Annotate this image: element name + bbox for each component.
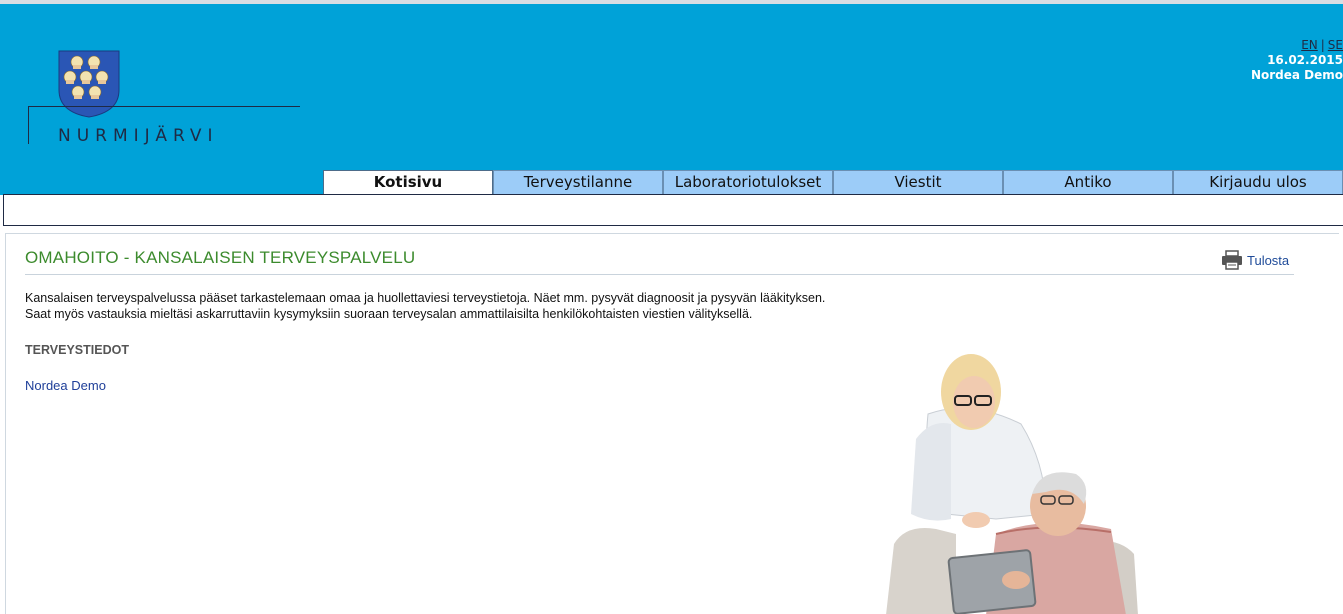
lang-se-link[interactable]: SE: [1328, 38, 1343, 52]
patient-link[interactable]: Nordea Demo: [25, 378, 106, 393]
print-label: Tulosta: [1247, 252, 1290, 268]
intro-line-1: Kansalaisen terveyspalvelussa pääset tar…: [25, 291, 826, 305]
logo-rule: [28, 106, 300, 107]
lang-en-link[interactable]: EN: [1301, 38, 1318, 52]
header: NURMIJÄRVI EN | SE 16.02.2015 Nordea Demo: [0, 0, 1343, 195]
page-title: OMAHOITO - KANSALAISEN TERVEYSPALVELU: [25, 248, 416, 267]
tab-laboratoriotulokset[interactable]: Laboratoriotulokset: [663, 170, 833, 194]
caregiver-photo: [886, 354, 1138, 614]
main-content: OMAHOITO - KANSALAISEN TERVEYSPALVELU Tu…: [5, 233, 1339, 614]
tab-viestit[interactable]: Viestit: [833, 170, 1003, 194]
logo-text: NURMIJÄRVI: [58, 126, 219, 146]
tab-kirjaudu-ulos[interactable]: Kirjaudu ulos: [1173, 170, 1343, 194]
sub-navigation-bar: [3, 194, 1343, 226]
tab-antiko[interactable]: Antiko: [1003, 170, 1173, 194]
printer-icon: [1222, 250, 1242, 270]
header-meta: EN | SE 16.02.2015 Nordea Demo: [1251, 38, 1343, 83]
logo-rule-vertical: [28, 106, 29, 144]
section-heading: TERVEYSTIEDOT: [25, 343, 129, 357]
tab-kotisivu[interactable]: Kotisivu: [323, 170, 493, 196]
current-date: 16.02.2015: [1267, 53, 1343, 67]
lang-separator: |: [1320, 38, 1325, 52]
coat-of-arms-icon: [58, 50, 120, 118]
print-button[interactable]: Tulosta: [1221, 250, 1289, 270]
intro-line-2: Saat myös vastauksia mieltäsi askarrutta…: [25, 307, 753, 321]
municipality-logo[interactable]: NURMIJÄRVI: [28, 50, 303, 148]
main-nav-tabs: Kotisivu Terveystilanne Laboratoriotulok…: [323, 170, 1343, 196]
language-switcher: EN | SE: [1251, 38, 1343, 53]
tab-terveystilanne[interactable]: Terveystilanne: [493, 170, 663, 194]
logged-in-user: Nordea Demo: [1250, 68, 1343, 82]
intro-text: Kansalaisen terveyspalvelussa pääset tar…: [25, 290, 825, 322]
title-divider: [25, 274, 1294, 275]
page: NURMIJÄRVI EN | SE 16.02.2015 Nordea Demo …: [0, 0, 1343, 614]
